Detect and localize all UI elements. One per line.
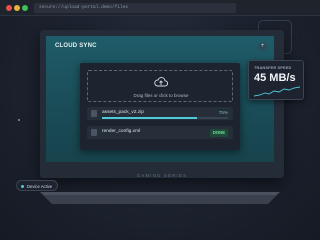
device-status-pill: Device Active	[16, 180, 58, 191]
upload-progress-bar	[102, 117, 228, 119]
upload-percent: 75%	[218, 110, 228, 115]
minimize-window-button[interactable]	[14, 5, 20, 11]
file-row[interactable]: assets_pack_v2.zip 75%	[87, 107, 233, 120]
file-dropzone[interactable]: Drag files or click to browse	[87, 70, 233, 102]
transfer-speed-card: TRANSFER SPEED 45 MB/s	[248, 60, 304, 100]
status-badge: DONE	[209, 128, 228, 137]
speed-sparkline	[254, 86, 300, 97]
monitor-stand	[40, 192, 280, 204]
file-icon	[91, 110, 97, 117]
maximize-window-button[interactable]	[22, 5, 28, 11]
file-row[interactable]: render_config.xml DONE	[87, 126, 233, 139]
file-icon	[91, 129, 97, 136]
status-indicator-icon	[21, 184, 24, 188]
close-window-button[interactable]	[6, 5, 12, 11]
browser-titlebar: secure://upload-portal.demo/files	[0, 0, 320, 16]
transfer-speed-label: TRANSFER SPEED	[254, 66, 292, 70]
page-title: CLOUD SYNC	[55, 43, 97, 49]
device-status-text: Device Active	[27, 183, 53, 189]
dropzone-text: Drag files or click to browse	[133, 93, 189, 98]
monitor-brand-label: GAMING SERIES	[136, 173, 188, 178]
cloud-upload-icon	[154, 77, 168, 87]
monitor-screen: CLOUD SYNC + Drag files or click to brow…	[46, 36, 274, 162]
add-button[interactable]: +	[258, 42, 267, 51]
transfer-speed-value: 45 MB/s	[254, 72, 296, 84]
upload-progress-fill	[102, 117, 197, 119]
address-bar[interactable]: secure://upload-portal.demo/files	[34, 3, 236, 13]
background-dot	[18, 119, 20, 121]
file-name: assets_pack_v2.zip	[102, 110, 144, 115]
upload-panel: Drag files or click to browse assets_pac…	[80, 63, 240, 150]
file-name: render_config.xml	[102, 129, 141, 134]
